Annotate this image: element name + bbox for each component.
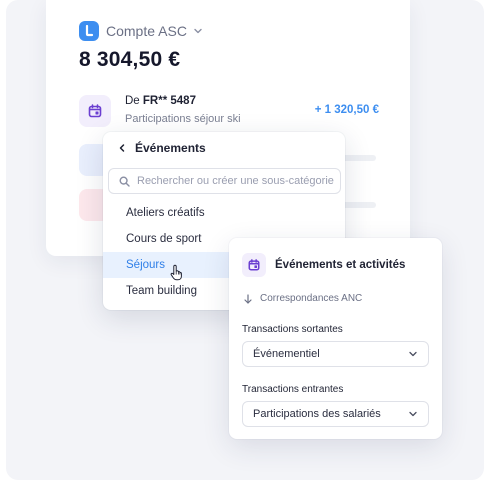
hand-pointer-icon: [170, 264, 182, 281]
outgoing-value: Événementiel: [253, 348, 320, 360]
transaction-source: De FR** 5487: [125, 95, 196, 107]
outgoing-label: Transactions sortantes: [242, 324, 343, 335]
chevron-down-icon: [409, 411, 417, 417]
transaction-description: Participations séjour ski: [125, 113, 241, 125]
category-title: Événements: [135, 141, 206, 155]
mapping-heading: Correspondances ANC: [244, 293, 362, 304]
bank-logo-icon: [79, 21, 99, 41]
incoming-label: Transactions entrantes: [242, 384, 344, 395]
chevron-down-icon: [409, 351, 417, 357]
activity-panel: Événements et activités Correspondances …: [229, 238, 442, 439]
transaction-row[interactable]: De FR** 5487 Participations séjour ski +…: [79, 93, 379, 131]
activity-header: Événements et activités: [242, 253, 405, 277]
search-field[interactable]: [108, 168, 341, 194]
search-input[interactable]: [137, 175, 337, 187]
arrow-down-icon: [244, 293, 252, 304]
account-name: Compte ASC: [106, 23, 187, 39]
calendar-icon: [79, 95, 111, 127]
category-item-ateliers-creatifs[interactable]: Ateliers créatifs: [103, 200, 345, 226]
chevron-down-icon: [194, 28, 202, 34]
chevron-left-icon: [119, 144, 125, 152]
calendar-icon: [242, 253, 266, 277]
outgoing-select[interactable]: Événementiel: [242, 341, 429, 367]
incoming-select[interactable]: Participations des salariés: [242, 401, 429, 427]
mapping-label: Correspondances ANC: [260, 293, 363, 304]
transaction-amount: + 1 320,50 €: [314, 104, 379, 116]
account-selector[interactable]: Compte ASC: [79, 21, 203, 41]
search-icon: [119, 175, 130, 187]
back-button[interactable]: Événements: [117, 141, 206, 155]
account-balance: 8 304,50 €: [79, 48, 181, 71]
incoming-value: Participations des salariés: [253, 408, 381, 420]
activity-title: Événements et activités: [275, 259, 406, 271]
